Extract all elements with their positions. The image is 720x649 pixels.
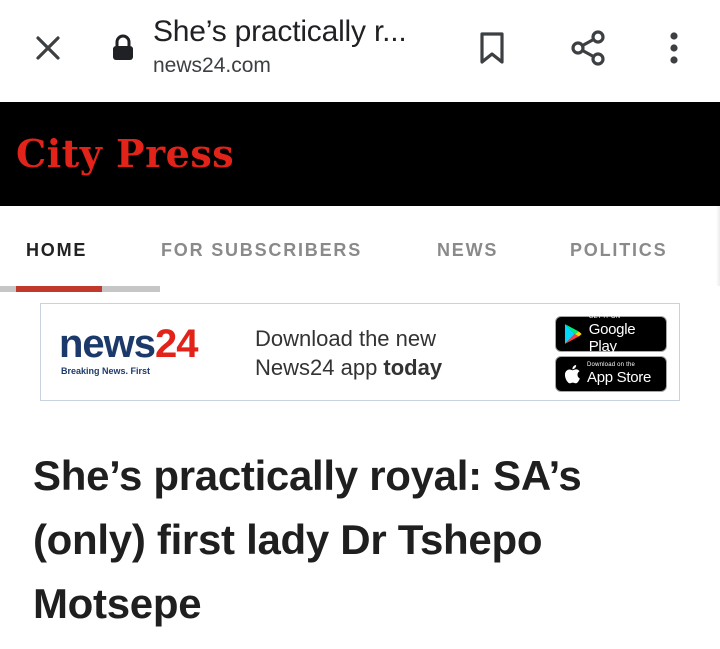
- share-button[interactable]: [566, 26, 610, 70]
- close-button[interactable]: [28, 28, 68, 68]
- more-menu-button[interactable]: [656, 26, 692, 70]
- article-headline: She’s practically royal: SA’s (only) fir…: [33, 452, 582, 627]
- nav-item-home[interactable]: HOME: [26, 240, 87, 261]
- url-domain: news24.com: [153, 54, 271, 77]
- section-nav: HOME FOR SUBSCRIBERS NEWS POLITICS: [0, 206, 720, 294]
- app-store-small-text: Download on the: [587, 362, 636, 368]
- ad-message: Download the new News24 app today: [255, 324, 442, 382]
- browser-toolbar: She’s practically r... news24.com: [0, 0, 720, 102]
- apple-icon: [564, 365, 580, 384]
- app-store-big-text: App Store: [587, 369, 652, 386]
- lock-icon[interactable]: [111, 34, 135, 62]
- ad-line-2-bold: today: [383, 355, 443, 380]
- nav-active-indicator: [16, 286, 102, 292]
- google-play-big-text: Google Play: [588, 320, 636, 355]
- bookmark-button[interactable]: [474, 26, 510, 70]
- city-press-logo[interactable]: City Press: [16, 130, 234, 178]
- nav-item-politics[interactable]: POLITICS: [570, 240, 667, 261]
- share-icon: [571, 30, 605, 66]
- news24-tagline: Breaking News. First: [61, 366, 151, 376]
- close-icon: [36, 36, 60, 60]
- news24-app-ad-banner[interactable]: news24 Breaking News. First Download the…: [40, 303, 680, 401]
- google-play-icon: [564, 324, 582, 344]
- site-masthead: City Press: [0, 102, 720, 206]
- page-title: She’s practically r...: [153, 15, 407, 48]
- google-play-small-text: GET IT ON: [588, 313, 621, 320]
- news24-logo: news24: [59, 322, 199, 366]
- news24-logo-number: 24: [155, 322, 198, 366]
- google-play-badge[interactable]: GET IT ON Google Play: [555, 313, 667, 355]
- nav-scroll-edge: [716, 206, 720, 286]
- bookmark-icon: [480, 32, 504, 64]
- more-vertical-icon: [670, 32, 678, 64]
- ad-line-2: News24 app today: [255, 353, 442, 382]
- app-store-badge[interactable]: Download on the App Store: [555, 356, 667, 392]
- nav-item-for-subscribers[interactable]: FOR SUBSCRIBERS: [161, 240, 362, 261]
- news24-logo-word: news: [59, 322, 156, 366]
- url-bar[interactable]: She’s practically r... news24.com: [153, 12, 453, 80]
- nav-item-news[interactable]: NEWS: [437, 240, 498, 261]
- ad-line-1: Download the new: [255, 326, 437, 351]
- ad-line-2-text: News24 app: [255, 355, 384, 380]
